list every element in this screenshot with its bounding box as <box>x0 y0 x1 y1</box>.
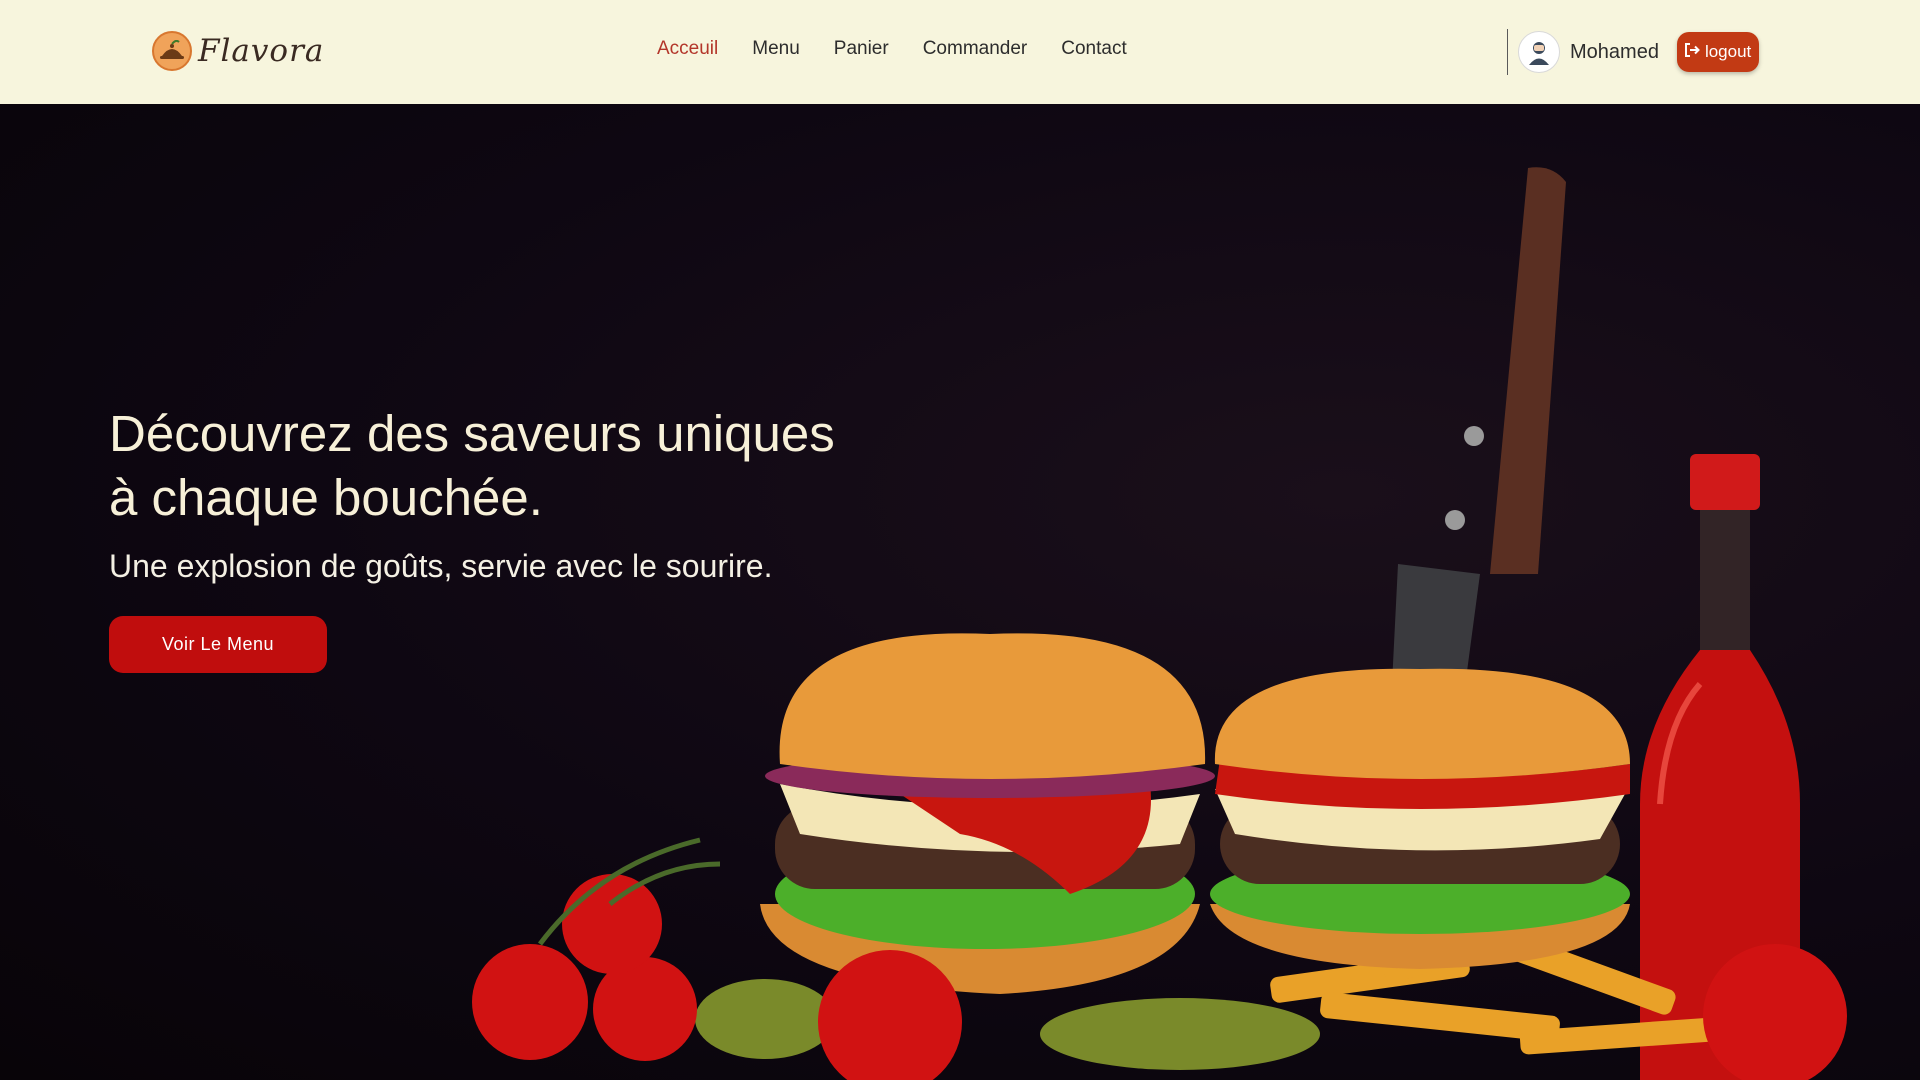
user-area: Mohamed logout <box>1507 29 1760 75</box>
logout-button[interactable]: logout <box>1676 32 1760 72</box>
hero-title-line1: Découvrez des saveurs uniques <box>109 405 835 462</box>
nav-link-commander[interactable]: Commander <box>923 38 1028 60</box>
view-menu-button[interactable]: Voir Le Menu <box>109 616 327 673</box>
nav-link-panier[interactable]: Panier <box>834 38 889 60</box>
burger-left <box>760 633 1215 994</box>
logout-icon <box>1683 41 1701 64</box>
brand-name: Flavora <box>198 33 325 69</box>
burger-hero-image <box>472 167 1847 1080</box>
main-nav: Acceuil Menu Panier Commander Contact <box>657 38 1127 60</box>
knife <box>1390 167 1566 724</box>
nav-link-menu[interactable]: Menu <box>752 38 800 60</box>
nav-link-contact[interactable]: Contact <box>1061 38 1126 60</box>
nav-link-acceuil[interactable]: Acceuil <box>657 38 718 60</box>
navbar: Flavora Acceuil Menu Panier Commander Co… <box>0 0 1920 104</box>
nav-divider <box>1507 29 1508 75</box>
cloche-icon <box>152 31 192 71</box>
username: Mohamed <box>1570 40 1659 63</box>
hero-title-line2: à chaque bouchée. <box>109 469 543 526</box>
burger-right <box>1210 668 1630 969</box>
logout-label: logout <box>1704 42 1752 61</box>
user-avatar-icon[interactable] <box>1518 31 1560 73</box>
hero-subtitle: Une explosion de goûts, servie avec le s… <box>109 548 773 584</box>
hero-section: Découvrez des saveurs uniques à chaque b… <box>0 104 1920 1080</box>
hero-title: Découvrez des saveurs uniques à chaque b… <box>109 402 969 530</box>
brand[interactable]: Flavora <box>152 31 324 71</box>
